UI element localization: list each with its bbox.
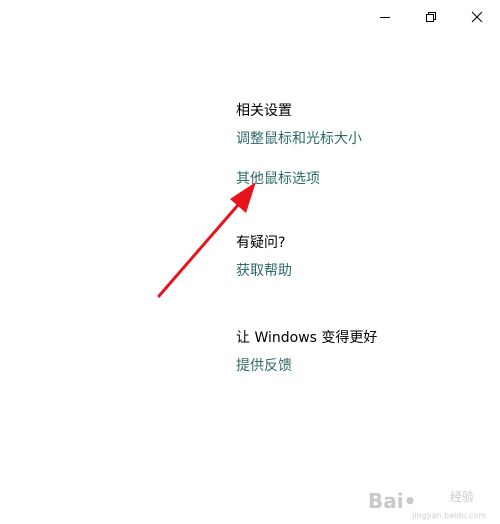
baidu-watermark: Bai• 经验 jingyan.baidu.com — [368, 489, 486, 520]
watermark-sub: 经验 — [450, 490, 475, 504]
watermark-url: jingyan.baidu.com — [412, 511, 486, 520]
red-arrow-annotation — [157, 182, 256, 298]
settings-window: 相关设置 调整鼠标和光标大小 其他鼠标选项 有疑问? 获取帮助 让 Window… — [0, 0, 500, 524]
watermark-brand: Bai• — [368, 489, 417, 513]
